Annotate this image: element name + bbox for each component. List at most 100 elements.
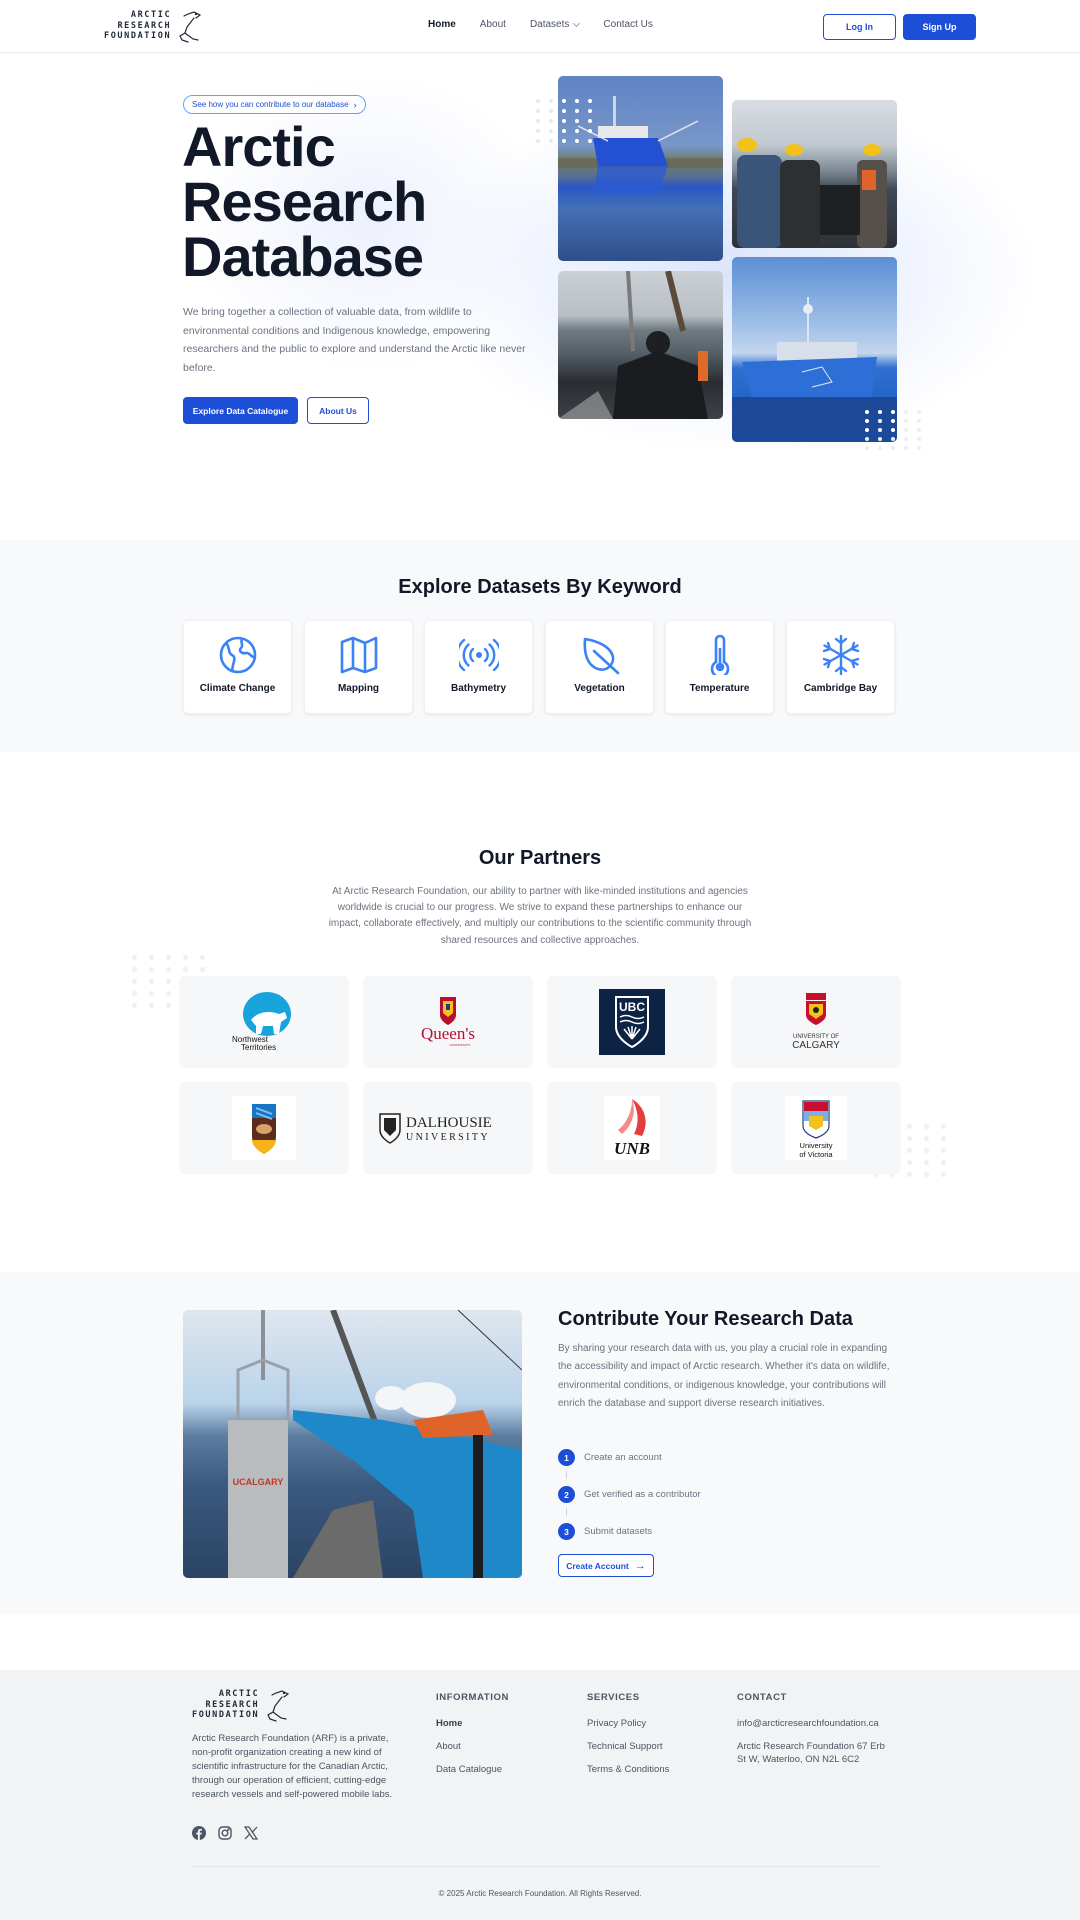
logo-line: FOUNDATION [104,31,172,42]
title-line: Database [182,225,424,288]
x-link[interactable] [243,1826,259,1845]
equipment-label: UCALGARY [233,1477,284,1487]
nav-datasets[interactable]: Datasets [529,19,581,30]
logo-text: DALHOUSIE [406,1115,492,1131]
footer-link-about[interactable]: About [436,1740,509,1753]
nav-home-label: Home [428,19,456,30]
footer-link-terms[interactable]: Terms & Conditions [587,1763,669,1776]
keyword-label: Bathymetry [450,683,507,694]
nav-home[interactable]: Home [428,19,456,30]
page-title: Arctic Research Database [182,115,512,288]
hero-photo-equipment-deployment [558,271,723,419]
leaf-icon [582,637,619,675]
map-icon [340,636,377,674]
university-of-victoria-logo: University of Victoria [785,1096,847,1160]
signup-button[interactable]: Sign Up [903,14,976,40]
logo-text: University [800,1141,833,1150]
contribute-pill-link[interactable]: See how you can contribute to our databa… [183,95,366,114]
instagram-link[interactable] [218,1826,232,1845]
decorative-dot-grid [865,410,925,450]
logo-text: UNIVERSITY [450,1043,471,1047]
social-links [192,1826,259,1845]
keyword-card-mapping[interactable]: Mapping [304,620,413,714]
pill-label: See how you can contribute to our databa… [192,100,349,109]
footer-heading: CONTACT [737,1692,787,1703]
footer-link-technical-support[interactable]: Technical Support [587,1740,669,1753]
contribute-section: UCALGARY Contribute Your Research Data B… [0,1272,1080,1614]
footer-column-services: SERVICES Privacy Policy Technical Suppor… [587,1692,669,1786]
keyword-card-cambridge-bay[interactable]: Cambridge Bay [786,620,895,714]
button-label: Create Account [566,1560,629,1571]
login-button[interactable]: Log In [823,14,896,40]
queens-university-logo: Queen's UNIVERSITY [421,996,475,1047]
globe-icon [219,636,256,674]
footer-link-data-catalogue[interactable]: Data Catalogue [436,1763,509,1776]
unb-logo: UNB [604,1096,660,1160]
partner-logo-ubc[interactable]: UBC [547,976,717,1068]
nav-contact[interactable]: Contact Us [603,19,652,30]
nav-about[interactable]: About [480,19,506,30]
step-number-badge: 3 [558,1523,575,1540]
logo-line: RESEARCH [117,20,172,31]
step-connector [566,1471,567,1479]
about-us-button[interactable]: About Us [307,397,369,424]
keyword-card-bathymetry[interactable]: Bathymetry [424,620,533,714]
create-account-button[interactable]: Create Account → [558,1554,654,1577]
brand-logo[interactable]: ARCTIC RESEARCH FOUNDATION [104,9,202,43]
signal-waves-icon [458,638,499,672]
datasets-by-keyword-section: Explore Datasets By Keyword Climate Chan… [0,540,1080,752]
partner-logo-northwest-territories[interactable]: Northwest Territories [179,976,349,1068]
deployment-illustration [558,271,708,419]
partner-logo-calgary[interactable]: UNIVERSITY OF CALGARY [731,976,901,1068]
keyword-label: Climate Change [199,683,276,694]
step-number-badge: 2 [558,1486,575,1503]
footer-contact-email[interactable]: info@arcticresearchfoundation.ca [737,1717,887,1730]
footer-contact-address: Arctic Research Foundation 67 Erb St W, … [737,1741,885,1765]
university-of-manitoba-logo [232,1096,296,1160]
explore-catalogue-button[interactable]: Explore Data Catalogue [183,397,298,424]
logo-text: Queen's [421,1024,475,1043]
partners-description: At Arctic Research Foundation, our abili… [328,886,752,946]
facebook-icon [192,1826,206,1840]
keyword-card-vegetation[interactable]: Vegetation [545,620,654,714]
instagram-icon [218,1826,232,1840]
snowflake-icon [822,635,859,675]
polar-bear-outline-icon [179,11,202,43]
footer-brand-logo[interactable]: ARCTIC RESEARCH FOUNDATION [192,1688,290,1722]
northwest-territories-logo: Northwest Territories [232,992,291,1052]
partner-logo-unb[interactable]: UNB [547,1082,717,1174]
chevron-right-icon: › [353,99,357,110]
keyword-label: Vegetation [574,683,625,694]
contribute-title: Contribute Your Research Data [558,1308,853,1330]
title-line: Arctic [182,115,336,178]
partner-logo-manitoba[interactable] [179,1082,349,1174]
chevron-down-icon [573,19,581,27]
hero-description: We bring together a collection of valuab… [183,306,526,374]
step-connector [566,1508,567,1516]
step-label: Submit datasets [584,1526,653,1537]
facebook-link[interactable] [192,1826,206,1845]
logo-line: RESEARCH [205,1699,260,1710]
step-label: Create an account [584,1452,662,1463]
logo-wordmark: ARCTIC RESEARCH FOUNDATION [104,10,171,42]
section-title: Our Partners [478,847,602,869]
logo-text: of Victoria [799,1150,833,1159]
keyword-card-climate-change[interactable]: Climate Change [183,620,292,714]
partner-logo-victoria[interactable]: University of Victoria [731,1082,901,1174]
footer-heading: SERVICES [587,1692,640,1703]
logo-text: CALGARY [792,1040,840,1051]
polar-bear-outline-icon [267,1690,290,1722]
contribute-photo-sampling: UCALGARY [183,1310,522,1578]
keyword-label: Mapping [337,683,380,694]
keyword-card-temperature[interactable]: Temperature [665,620,774,714]
sampling-illustration: UCALGARY [228,1310,522,1578]
footer-link-home[interactable]: Home [436,1717,509,1730]
step-label: Get verified as a contributor [584,1489,701,1500]
nav-datasets-label: Datasets [529,19,570,30]
partner-logo-queens[interactable]: Queen's UNIVERSITY [363,976,533,1068]
site-footer: ARCTIC RESEARCH FOUNDATION Arctic Resear… [0,1670,1080,1920]
x-icon [243,1826,259,1840]
partner-logo-dalhousie[interactable]: DALHOUSIE UNIVERSITY [363,1082,533,1174]
hero-section: See how you can contribute to our databa… [0,53,1080,540]
footer-link-privacy-policy[interactable]: Privacy Policy [587,1717,669,1730]
